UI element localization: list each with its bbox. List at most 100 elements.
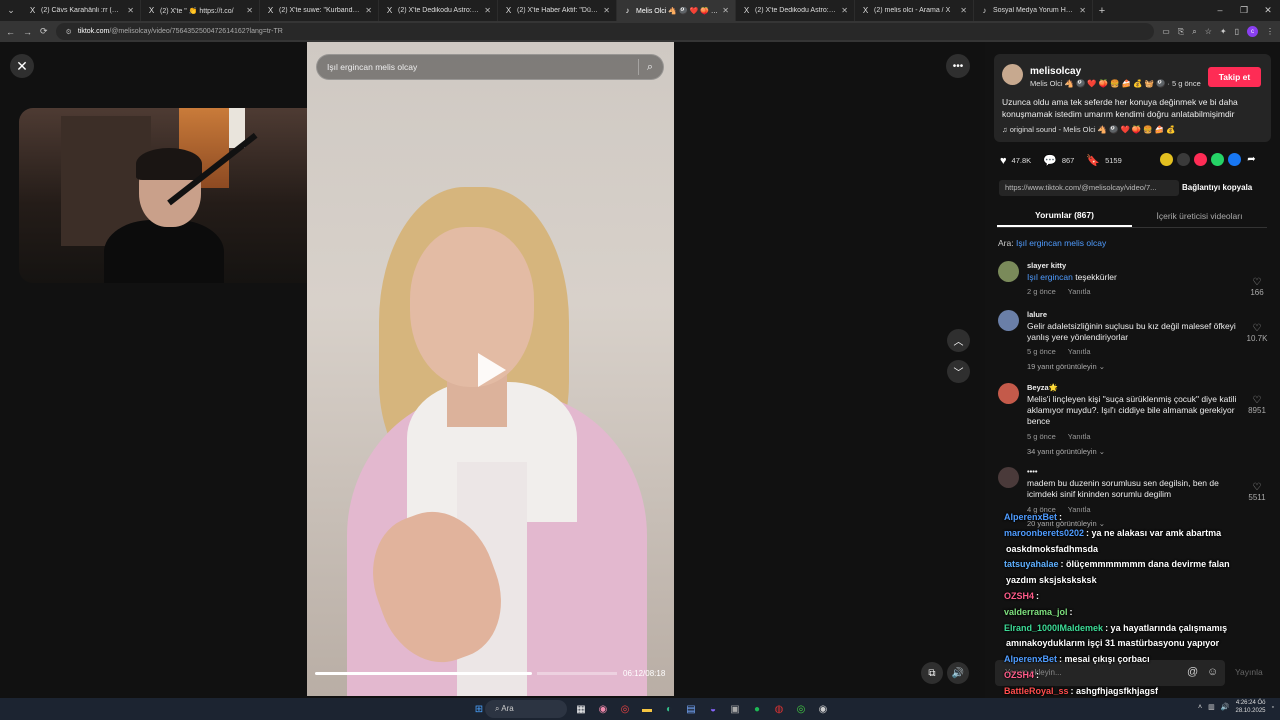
- search-hint[interactable]: Ara: Işıl ergincan melis olcay: [998, 238, 1106, 248]
- view-replies-button[interactable]: 19 yanıt görüntüleyin ⌄: [1027, 362, 1105, 371]
- tray-chevron-icon[interactable]: ˄: [1198, 704, 1202, 711]
- comment-user[interactable]: ••••: [1027, 467, 1038, 476]
- like-button[interactable]: ♥ 47.8K: [1000, 155, 1031, 167]
- menu-icon[interactable]: ⋮: [1266, 27, 1274, 36]
- video-search-bar[interactable]: Işıl ergincan melis olcay ⌕: [316, 54, 664, 80]
- store-icon[interactable]: ▤: [680, 701, 702, 717]
- picture-in-picture-button[interactable]: ⧉: [921, 662, 943, 684]
- close-window-icon[interactable]: ✕: [1256, 5, 1280, 16]
- back-icon[interactable]: ←: [6, 27, 15, 37]
- zoom-icon[interactable]: ⌕: [1192, 27, 1196, 37]
- comment-user[interactable]: lalure: [1027, 310, 1047, 319]
- avatar[interactable]: [998, 383, 1019, 404]
- spotify-icon[interactable]: ●: [746, 701, 768, 717]
- comment-like[interactable]: ♡ 8951: [1242, 395, 1272, 415]
- obs-icon[interactable]: ◉: [812, 701, 834, 717]
- copy-link-button[interactable]: Bağlantıyı kopyala: [1182, 180, 1252, 195]
- forward-icon[interactable]: →: [23, 27, 32, 37]
- sound-link[interactable]: ♫ original sound - Melis Olci 🐴 🎱 ❤️ 🍑 🍔…: [1002, 125, 1176, 134]
- author-username[interactable]: melisolcay: [1030, 66, 1081, 77]
- install-icon[interactable]: ▭: [1162, 27, 1170, 36]
- browser-tab[interactable]: X (2) X'te " 👏 https://t.co/ ✕: [141, 0, 260, 21]
- chat-username[interactable]: OZSH4: [1004, 591, 1034, 601]
- send-icon[interactable]: [1194, 153, 1207, 166]
- video-link[interactable]: https://www.tiktok.com/@melisolcay/video…: [999, 180, 1179, 196]
- steam-icon[interactable]: ◍: [768, 701, 790, 717]
- coin-icon[interactable]: [1160, 153, 1173, 166]
- comment-user[interactable]: Beyza🌟: [1027, 383, 1058, 392]
- follow-button[interactable]: Takip et: [1208, 67, 1261, 87]
- progress-track[interactable]: [537, 672, 617, 675]
- view-replies-button[interactable]: 34 yanıt görüntüleyin ⌄: [1027, 447, 1105, 456]
- reply-button[interactable]: Yanıtla: [1068, 287, 1091, 296]
- facebook-icon[interactable]: [1228, 153, 1241, 166]
- save-button[interactable]: 🔖 5159: [1086, 154, 1121, 167]
- maximize-icon[interactable]: ❐: [1232, 5, 1256, 16]
- progress-bar[interactable]: [315, 672, 532, 675]
- tab-close-icon[interactable]: ✕: [603, 6, 610, 15]
- tab-close-icon[interactable]: ✕: [127, 6, 134, 15]
- cast-icon[interactable]: ⎘: [1178, 27, 1184, 37]
- chat-username[interactable]: tatsuyahalae: [1004, 559, 1059, 569]
- close-video-button[interactable]: ✕: [10, 54, 34, 78]
- comment-like[interactable]: ♡ 5511: [1242, 482, 1272, 502]
- reload-icon[interactable]: ⟳: [40, 26, 48, 37]
- browser-tab[interactable]: ♪ Sosyal Medya Yorum Hakları Hi ✕: [974, 0, 1093, 21]
- play-icon[interactable]: [478, 353, 506, 387]
- extensions-icon[interactable]: ✦: [1220, 27, 1227, 36]
- discord-icon[interactable]: ◒: [702, 701, 724, 717]
- copilot-icon[interactable]: ◉: [592, 701, 614, 717]
- next-video-button[interactable]: ﹀: [947, 360, 970, 383]
- chat-username[interactable]: OZSH4: [1004, 670, 1034, 680]
- comment-like[interactable]: ♡ 10.7K: [1242, 323, 1272, 343]
- file-explorer-icon[interactable]: ▬: [636, 701, 658, 717]
- browser-tab[interactable]: X (2) X'te Dedikodu Astro: "Melis ✕: [736, 0, 855, 21]
- tab-close-icon[interactable]: ✕: [960, 6, 967, 15]
- embed-icon[interactable]: [1177, 153, 1190, 166]
- avatar[interactable]: [998, 467, 1019, 488]
- comment-user[interactable]: slayer kitty: [1027, 261, 1066, 270]
- edge-icon[interactable]: ◐: [658, 701, 680, 717]
- search-icon[interactable]: ⌕: [647, 61, 653, 74]
- sidebar-icon[interactable]: ▯: [1235, 27, 1239, 36]
- comment-mention[interactable]: Işıl ergincan: [1027, 272, 1073, 282]
- volume-button[interactable]: 🔊: [947, 662, 969, 684]
- author-avatar[interactable]: [1002, 64, 1023, 85]
- browser-tab[interactable]: X (2) Cävs Karahänli :rr (@cerrahp ✕: [22, 0, 141, 21]
- profile-avatar[interactable]: c: [1247, 26, 1258, 37]
- avatar[interactable]: [998, 310, 1019, 331]
- browser-tab[interactable]: X (2) X'te Dedikodu Astro: "Melis ✕: [379, 0, 498, 21]
- tab-close-icon[interactable]: ✕: [365, 6, 372, 15]
- browser-tab[interactable]: ♪ Melis Olci 🐴 🎱 ❤️ 🍑 🍔 🍰 💰 ✕: [617, 0, 736, 21]
- tab-close-icon[interactable]: ✕: [722, 6, 729, 15]
- tab-close-icon[interactable]: ✕: [841, 6, 848, 15]
- tab-close-icon[interactable]: ✕: [1079, 6, 1086, 15]
- chat-username[interactable]: maroonberets0202: [1004, 528, 1084, 538]
- comment-like[interactable]: ♡ 166: [1242, 277, 1272, 297]
- browser-tab[interactable]: X (2) melis olci - Arama / X ✕: [855, 0, 974, 21]
- notification-icon[interactable]: ▫: [1272, 704, 1274, 711]
- app-icon[interactable]: ▣: [724, 701, 746, 717]
- more-options-button[interactable]: •••: [946, 54, 970, 78]
- share-icon[interactable]: ➦: [1245, 153, 1258, 166]
- network-icon[interactable]: ▥: [1208, 703, 1215, 711]
- tab-creator-videos[interactable]: İçerik üreticisi videoları: [1132, 204, 1267, 227]
- chat-username[interactable]: AlperenxBet: [1004, 512, 1057, 522]
- url-field[interactable]: ⚙ tiktok.com/@melisolcay/video/756435250…: [55, 23, 1155, 40]
- site-info-icon[interactable]: ⚙: [66, 28, 72, 36]
- clock[interactable]: 4:26:24 Öö 28.10.2025: [1235, 699, 1265, 715]
- new-tab-button[interactable]: +: [1093, 5, 1111, 17]
- previous-video-button[interactable]: ︿: [947, 329, 970, 352]
- comment-button[interactable]: 💬 867: [1043, 154, 1074, 167]
- video-player[interactable]: Işıl ergincan melis olcay ⌕ 06:12/08:18: [307, 42, 674, 696]
- bookmark-star-icon[interactable]: ☆: [1205, 27, 1212, 36]
- chat-username[interactable]: valderrama_jol: [1004, 607, 1068, 617]
- reply-button[interactable]: Yanıtla: [1068, 347, 1091, 356]
- browser-tab[interactable]: X (2) X'te suwe: "Kurbanda kocam ✕: [260, 0, 379, 21]
- chat-username[interactable]: Elrand_1000IMaldemek: [1004, 623, 1103, 633]
- reply-button[interactable]: Yanıtla: [1068, 432, 1091, 441]
- browser-tab[interactable]: X (2) X'te Haber Aktif: "Düzce'de ✕: [498, 0, 617, 21]
- tab-close-icon[interactable]: ✕: [246, 6, 253, 15]
- chrome-icon[interactable]: ◎: [614, 701, 636, 717]
- avatar[interactable]: [998, 261, 1019, 282]
